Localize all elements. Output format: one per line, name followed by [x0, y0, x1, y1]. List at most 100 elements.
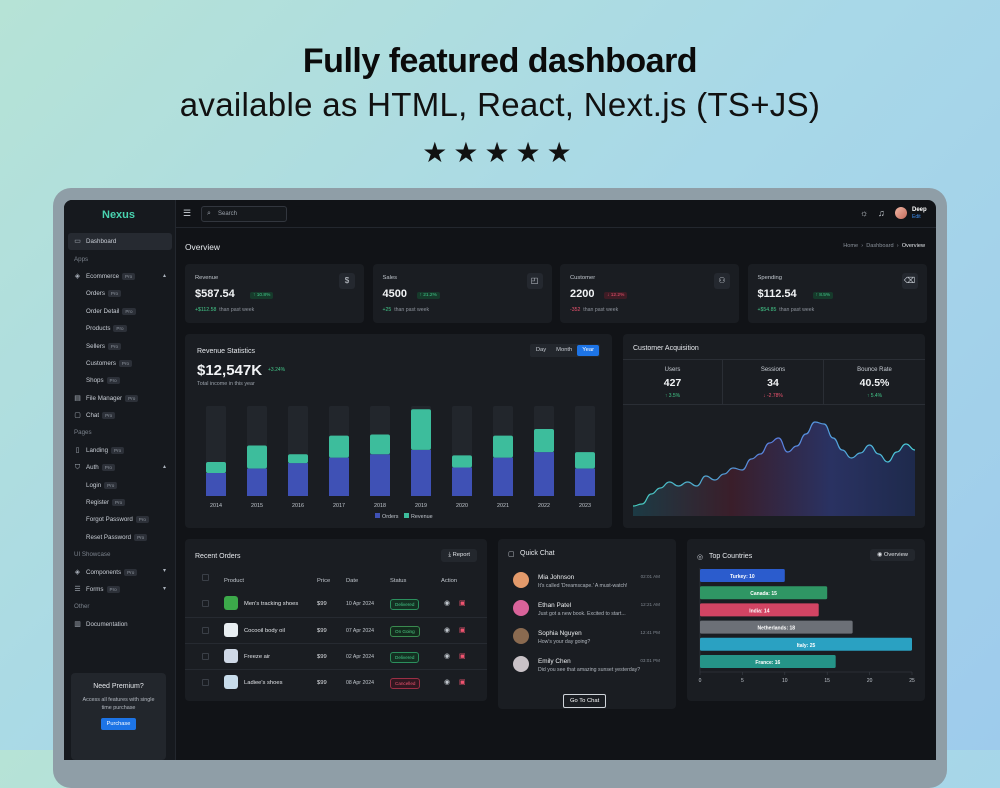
go-to-chat-button[interactable]: Go To Chat — [563, 694, 607, 708]
trash-icon[interactable]: ▣ — [459, 652, 466, 660]
stat-card-spending: Spending $112.54 ↑ 8.5% +$54.85 than pas… — [747, 264, 927, 323]
chat-item[interactable]: Mia Johnson It's called 'Dreamscape.' A … — [498, 569, 676, 597]
pro-badge: Pro — [134, 533, 148, 541]
sidebar-item-label: File Manager — [86, 394, 123, 402]
view-icon[interactable]: ◉ — [444, 678, 450, 686]
revenue-statistics-card: Revenue Statistics $12,547K +3.24% Total… — [185, 334, 612, 528]
sidebar-item-label: Reset Password — [86, 533, 132, 541]
chat-message: Did you see that amazing sunset yesterda… — [538, 667, 641, 673]
bar-revenue — [534, 429, 554, 453]
stat-change-badge: ↑ 8.5% — [812, 292, 834, 299]
sidebar-item-file-manager[interactable]: ▤ File Manager Pro — [68, 390, 172, 407]
trash-icon[interactable]: ▣ — [459, 599, 466, 607]
sidebar-item-shops[interactable]: Shops Pro — [68, 372, 172, 389]
x-tick-label: 2014 — [210, 503, 222, 509]
countries-bar-chart: Turkey: 10 Canada: 15 India: 14 Netherlands… — [699, 568, 915, 684]
bar-orders — [411, 449, 431, 496]
chat-item[interactable]: Ethan Patel Just got a new book. Excited… — [498, 597, 676, 625]
stat-note: than past week — [583, 307, 619, 313]
sidebar-item-components[interactable]: ◈ Components Pro ▾ — [68, 563, 172, 580]
country-bar-label: France: 16 — [755, 660, 780, 666]
breadcrumb-dashboard[interactable]: Dashboard — [866, 243, 893, 249]
menu-icon[interactable]: ☰ — [183, 208, 191, 219]
row-checkbox[interactable] — [202, 627, 209, 634]
x-tick-label: 2022 — [538, 503, 550, 509]
sidebar-section-apps: Apps — [74, 255, 89, 263]
sidebar-section-ui-showcase: UI Showcase — [74, 551, 111, 559]
sidebar-item-forgot-password[interactable]: Forgot Password Pro — [68, 511, 172, 528]
stat-subtext: +$112.58 than past week — [195, 307, 254, 313]
column-price: Price — [317, 578, 331, 584]
row-checkbox[interactable] — [202, 653, 209, 660]
bar-orders — [452, 467, 472, 496]
sidebar-item-forms[interactable]: ☰ Forms Pro ▾ — [68, 581, 172, 598]
sidebar-item-auth[interactable]: ⛉ Auth Pro ▴ — [68, 459, 172, 476]
table-row: Freeze air $99 02 Apr 2024 Delivered ◉ ▣ — [185, 643, 487, 669]
row-checkbox[interactable] — [202, 600, 209, 607]
avatar — [513, 628, 529, 644]
view-icon[interactable]: ◉ — [444, 599, 450, 607]
chat-item[interactable]: Sophia Nguyen How's your day going? 12:4… — [498, 625, 676, 653]
bar-orders — [288, 463, 308, 496]
stat-note: than past week — [779, 307, 815, 313]
pro-badge: Pro — [106, 377, 120, 385]
pro-badge: Pro — [112, 499, 126, 507]
row-checkbox[interactable] — [202, 679, 209, 686]
avatar[interactable] — [895, 207, 907, 219]
bell-icon[interactable]: ♫ — [878, 208, 885, 218]
view-icon[interactable]: ◉ — [444, 652, 450, 660]
recent-orders-card: Recent Orders ⤓ Report Product Price Dat… — [185, 539, 487, 701]
bar-revenue — [452, 455, 472, 468]
sidebar-item-orders[interactable]: Orders Pro — [68, 285, 172, 302]
sidebar-item-products[interactable]: Products Pro — [68, 320, 172, 337]
select-all-checkbox[interactable] — [202, 574, 209, 581]
sidebar-item-login[interactable]: Login Pro — [68, 476, 172, 493]
column-status: Status — [390, 578, 407, 584]
sidebar-item-order-detail[interactable]: Order Detail Pro — [68, 303, 172, 320]
folder-icon: ▤ — [74, 394, 81, 402]
sun-icon[interactable]: ☼ — [860, 208, 868, 218]
chat-name: Emily Chen — [538, 658, 571, 665]
table-row: Ladiee's shoes $99 08 Apr 2024 Cancelled… — [185, 669, 487, 695]
stat-icon: ⌫ — [901, 273, 918, 289]
product-thumbnail — [224, 649, 238, 663]
column-product: Product — [224, 578, 244, 584]
x-tick-label: 2021 — [497, 503, 509, 509]
order-date: 08 Apr 2024 — [346, 680, 374, 686]
sidebar-item-chat[interactable]: ▢ Chat Pro — [68, 407, 172, 424]
sidebar-item-register[interactable]: Register Pro — [68, 494, 172, 511]
hero-title: Fully featured dashboard — [302, 42, 698, 80]
country-bar-label: Canada: 15 — [750, 591, 777, 597]
box-icon: ◈ — [74, 272, 81, 280]
breadcrumb-home[interactable]: Home — [843, 243, 858, 249]
sidebar-item-sellers[interactable]: Sellers Pro — [68, 337, 172, 354]
status-badge: Cancelled — [390, 678, 421, 689]
sidebar-item-landing[interactable]: ▯ Landing Pro — [68, 442, 172, 459]
chat-item[interactable]: Emily Chen Did you see that amazing suns… — [498, 653, 676, 681]
sidebar-item-reset-password[interactable]: Reset Password Pro — [68, 529, 172, 546]
trash-icon[interactable]: ▣ — [459, 626, 466, 634]
chat-message: It's called 'Dreamscape.' A must-watch! — [538, 583, 628, 589]
pro-badge: Pro — [101, 464, 115, 472]
purchase-button[interactable]: Purchase — [100, 718, 137, 730]
trash-icon[interactable]: ▣ — [459, 678, 466, 686]
sidebar-item-customers[interactable]: Customers Pro — [68, 355, 172, 372]
x-tick-label: 25 — [909, 678, 915, 684]
product-price: $99 — [317, 680, 327, 686]
legend-swatch — [404, 513, 409, 518]
chat-message: How's your day going? — [538, 639, 591, 645]
stat-value: $112.54 — [757, 288, 797, 300]
pro-badge: Pro — [107, 342, 122, 350]
column-action: Action — [441, 578, 458, 584]
search-input[interactable]: ⌕ Search — [201, 206, 287, 222]
page-title: Overview — [185, 242, 220, 252]
logo: Nexus — [102, 209, 136, 221]
sidebar-item-ecommerce[interactable]: ◈ Ecommerce Pro ▴ — [68, 268, 172, 285]
sidebar-item-documentation[interactable]: ▥ Documentation — [68, 616, 172, 633]
report-button[interactable]: ⤓ Report — [441, 549, 477, 562]
pro-badge: Pro — [122, 307, 136, 315]
sidebar-item-dashboard[interactable]: ▭ Dashboard — [68, 233, 172, 251]
view-icon[interactable]: ◉ — [444, 626, 450, 634]
chat-time: 02:01 AM — [640, 574, 660, 579]
customer-acquisition-card: Customer Acquisition Users 427 ↑ 3.5% Se… — [623, 334, 925, 528]
